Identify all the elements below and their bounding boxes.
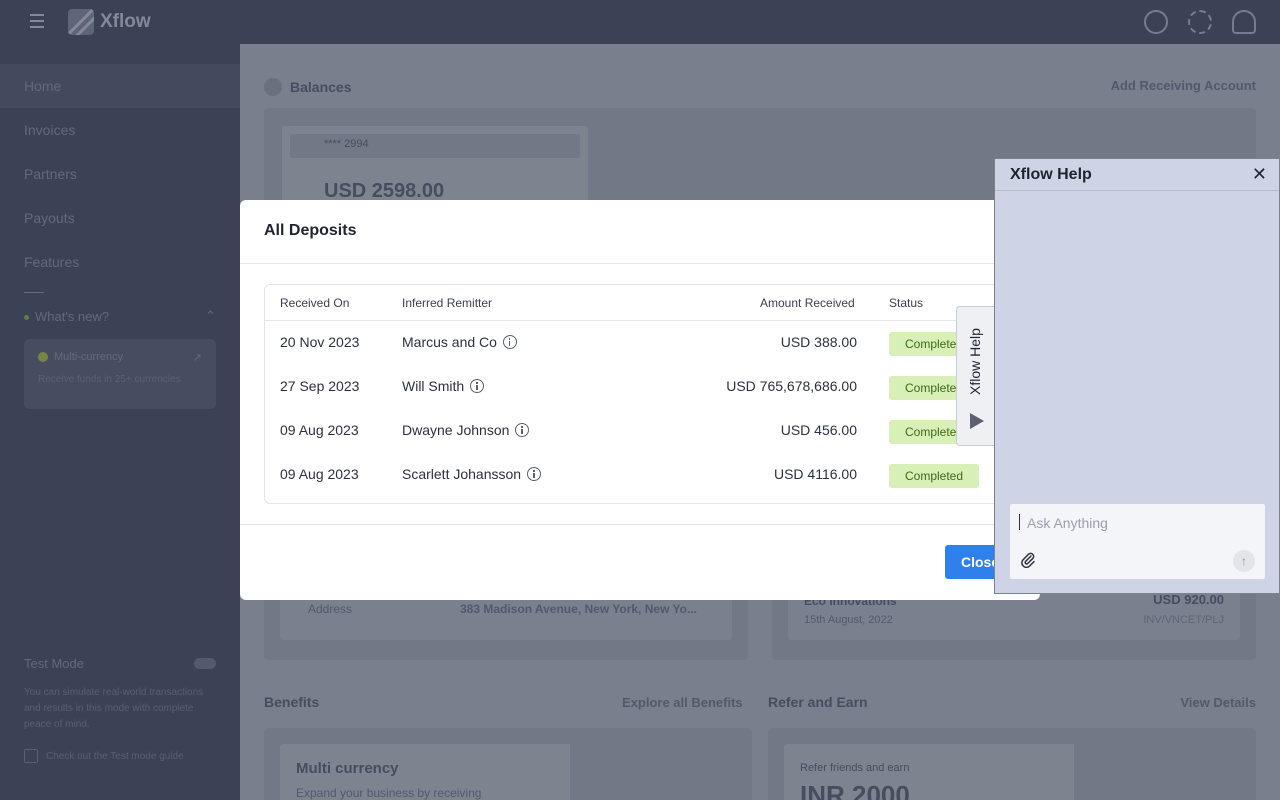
all-deposits-modal: All Deposits Received On Inferred Remitt… bbox=[240, 200, 1040, 600]
help-tab-label: Xflow Help bbox=[967, 328, 983, 395]
column-received-on: Received On bbox=[280, 296, 350, 310]
close-icon[interactable]: ✕ bbox=[1252, 164, 1267, 185]
info-icon[interactable] bbox=[527, 467, 542, 481]
remitter-cell: Scarlett Johansson bbox=[402, 466, 542, 482]
received-on-cell: 20 Nov 2023 bbox=[280, 334, 360, 350]
remitter-name: Marcus and Co bbox=[402, 334, 497, 350]
modal-footer-divider bbox=[240, 524, 1040, 525]
info-icon[interactable] bbox=[515, 423, 530, 437]
remitter-name: Scarlett Johansson bbox=[402, 466, 522, 482]
help-header: Xflow Help ✕ bbox=[995, 159, 1279, 191]
amount-cell: USD 388.00 bbox=[780, 334, 857, 350]
paperclip-icon[interactable] bbox=[1020, 552, 1036, 573]
status-badge: Completed bbox=[889, 464, 980, 488]
received-on-cell: 09 Aug 2023 bbox=[280, 466, 359, 482]
help-launcher-tab[interactable]: Xflow Help bbox=[956, 306, 996, 446]
table-header: Received On Inferred Remitter Amount Rec… bbox=[265, 285, 1023, 321]
remitter-cell: Marcus and Co bbox=[402, 334, 517, 350]
remitter-cell: Will Smith bbox=[402, 378, 485, 394]
column-amount-received: Amount Received bbox=[760, 296, 855, 310]
modal-title: All Deposits bbox=[264, 222, 357, 239]
send-arrow-icon[interactable]: ↑ bbox=[1233, 550, 1255, 572]
amount-cell: USD 765,678,686.00 bbox=[726, 378, 857, 394]
modal-header-divider bbox=[240, 263, 1040, 264]
remitter-cell: Dwayne Johnson bbox=[402, 422, 530, 438]
received-on-cell: 09 Aug 2023 bbox=[280, 422, 359, 438]
remitter-name: Dwayne Johnson bbox=[402, 422, 510, 438]
table-row[interactable]: 20 Nov 2023 Marcus and Co USD 388.00 Com… bbox=[265, 321, 1023, 365]
info-icon[interactable] bbox=[502, 335, 517, 349]
table-row[interactable]: 09 Aug 2023 Dwayne Johnson USD 456.00 Co… bbox=[265, 409, 1023, 453]
table-row[interactable]: 09 Aug 2023 Scarlett Johansson USD 4116.… bbox=[265, 453, 1023, 497]
help-title: Xflow Help bbox=[1010, 166, 1092, 183]
play-icon bbox=[970, 413, 984, 429]
amount-cell: USD 456.00 bbox=[780, 422, 857, 438]
input-placeholder: Ask Anything bbox=[1027, 515, 1108, 531]
table-row[interactable]: 27 Sep 2023 Will Smith USD 765,678,686.0… bbox=[265, 365, 1023, 409]
column-inferred-remitter: Inferred Remitter bbox=[402, 296, 493, 310]
ask-anything-input[interactable]: Ask Anything ↑ bbox=[1010, 504, 1265, 579]
info-icon[interactable] bbox=[470, 379, 485, 393]
remitter-name: Will Smith bbox=[402, 378, 465, 394]
column-status: Status bbox=[889, 296, 924, 310]
text-caret bbox=[1019, 514, 1020, 530]
deposits-table: Received On Inferred Remitter Amount Rec… bbox=[264, 284, 1024, 504]
amount-cell: USD 4116.00 bbox=[773, 466, 857, 482]
received-on-cell: 27 Sep 2023 bbox=[280, 378, 360, 394]
help-panel: Xflow Help ✕ Ask Anything ↑ bbox=[994, 158, 1280, 594]
